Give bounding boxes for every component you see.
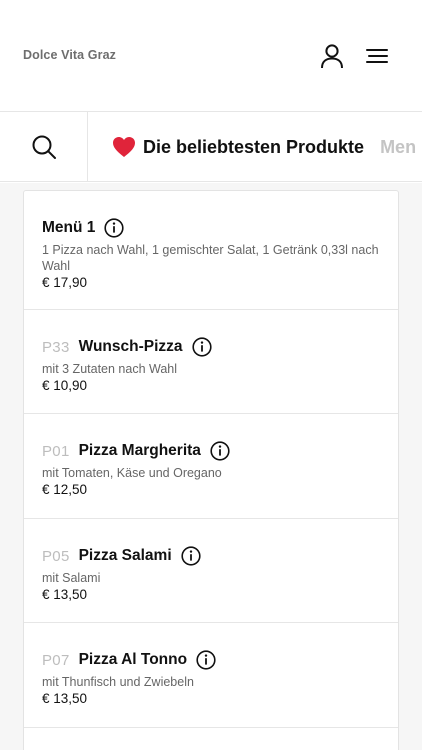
heart-icon [112,136,136,158]
info-icon[interactable] [191,337,212,357]
hamburger-menu-button[interactable] [363,42,391,70]
product-description: mit Salami [42,571,101,585]
hamburger-menu-icon [366,49,388,63]
search-button[interactable] [0,112,88,181]
search-icon [32,135,56,159]
product-code: P07 [42,651,70,669]
product-price: € 13,50 [42,587,88,602]
product-name: Pizza Margherita [78,442,201,459]
product-description: mit 3 Zutaten nach Wahl [42,362,178,376]
product-item[interactable]: P01 Pizza Margherita mit Tomaten, Käse u… [24,414,398,519]
info-icon[interactable] [210,441,230,461]
info-icon[interactable] [181,546,201,566]
product-description: 1 Pizza nach Wahl, 1 gemischter Salat, 1… [42,243,379,273]
product-list: Menü 1 1 Pizza nach Wahl, 1 gemischter S… [23,190,399,750]
tab-label: Die beliebtesten Produkte [143,136,365,157]
user-icon [321,44,343,69]
product-name: Menü 1 [42,219,96,236]
product-item[interactable]: P33 Wunsch-Pizza mit 3 Zutaten nach Wahl… [24,310,398,414]
product-item-partial[interactable] [24,728,398,750]
product-description: mit Thunfisch und Zwiebeln [42,675,194,689]
restaurant-name: Dolce Vita Graz [23,48,116,62]
product-item[interactable]: Menü 1 1 Pizza nach Wahl, 1 gemischter S… [24,191,398,310]
product-name: Pizza Salami [78,547,172,564]
product-item[interactable]: P07 Pizza Al Tonno mit Thunfisch und Zwi… [24,623,398,728]
tab-die-beliebtesten-produkte[interactable]: Die beliebtesten Produkte [112,136,364,158]
product-description: mit Tomaten, Käse und Oregano [42,466,222,480]
info-icon[interactable] [196,650,216,670]
user-account-button[interactable] [318,42,346,70]
product-name: Wunsch-Pizza [78,338,183,355]
app-header: Dolce Vita Graz [0,0,422,112]
category-bar: Die beliebtesten Produkte Men [0,112,422,182]
product-code: P01 [42,442,70,460]
category-tabs: Die beliebtesten Produkte Men [112,112,416,181]
product-price: € 13,50 [42,691,88,706]
product-list-area: Menü 1 1 Pizza nach Wahl, 1 gemischter S… [0,183,422,750]
product-name: Pizza Al Tonno [78,651,188,668]
product-code: P33 [42,338,70,356]
product-code: P05 [42,547,70,565]
info-icon[interactable] [104,218,125,238]
product-price: € 10,90 [42,378,88,393]
product-price: € 17,90 [42,275,88,290]
tab-next-category[interactable]: Men [380,137,416,158]
product-price: € 12,50 [42,482,88,497]
product-item[interactable]: P05 Pizza Salami mit Salami € 13,50 [24,519,398,623]
